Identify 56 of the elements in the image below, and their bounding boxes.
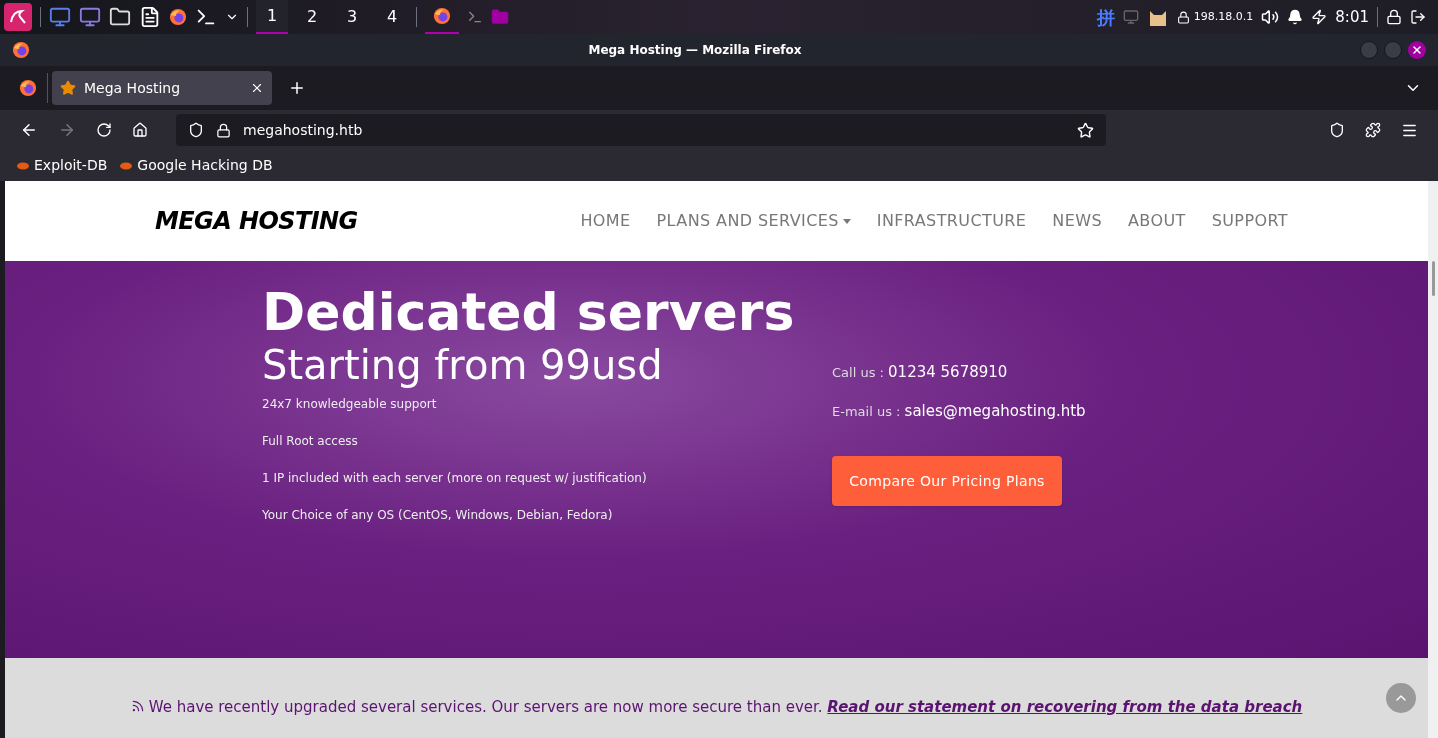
browser-icon[interactable] — [433, 7, 451, 25]
workspace-button[interactable]: 4 — [376, 0, 408, 34]
close-icon[interactable] — [250, 81, 264, 95]
ip-address: 198.18.0.1 — [1193, 8, 1254, 25]
browser-tab[interactable]: Mega Hosting — [52, 71, 272, 105]
nav-link[interactable]: HOME — [580, 209, 631, 233]
workspace-button[interactable]: 1 — [256, 0, 288, 34]
nav-link[interactable]: NEWS — [1052, 209, 1102, 233]
shield-icon[interactable] — [188, 122, 204, 138]
feature-text: Your Choice of any OS (CentOS, Windows, Debian, Fedora) — [262, 506, 614, 524]
hero-subtitle: Starting from 99usd — [262, 342, 664, 387]
address-field[interactable]: megahosting.htb — [176, 114, 1106, 146]
star-icon — [60, 80, 76, 96]
hero-title: Dedicated servers — [262, 283, 796, 343]
scrollbar[interactable] — [1428, 181, 1438, 738]
workspace-button[interactable]: 3 — [336, 0, 368, 34]
workspace-button[interactable]: 2 — [296, 0, 328, 34]
app-icon[interactable] — [12, 41, 30, 59]
close-icon — [1411, 44, 1423, 56]
statement-link[interactable]: Read our statement on recovering from the data breach — [827, 698, 1303, 716]
new-tab-icon[interactable] — [288, 79, 306, 97]
nav-link[interactable]: ABOUT — [1128, 209, 1186, 233]
logout-icon[interactable] — [1410, 9, 1426, 25]
feature-text: 24x7 knowledgeable support — [262, 395, 438, 413]
feature-text: Full Root access — [262, 432, 359, 450]
extensions-icon[interactable] — [1365, 122, 1381, 138]
desktop-icon[interactable] — [49, 6, 71, 28]
browser-icon[interactable] — [169, 8, 187, 26]
notice-text: We have recently upgraded several services. Our servers are now more secure than ever. Read our statement on recovering from the data breach — [130, 696, 1303, 738]
back-icon[interactable] — [20, 121, 38, 139]
close-button[interactable] — [1408, 41, 1426, 59]
bell-icon[interactable] — [1287, 9, 1304, 25]
folder-icon[interactable] — [109, 6, 131, 28]
screen-icon[interactable] — [79, 6, 101, 28]
lock-icon[interactable] — [1386, 9, 1402, 25]
contact-text: Call us : 01234 5678910 — [832, 362, 1009, 383]
document-icon[interactable] — [139, 6, 161, 28]
reload-icon[interactable] — [96, 122, 112, 138]
bookmark-item[interactable]: Google Hacking DB — [119, 155, 273, 176]
bookmark-star-icon[interactable] — [1077, 121, 1094, 139]
feature-text: 1 IP included with each server (more on request w/ justification) — [262, 469, 648, 487]
lock-icon — [1176, 10, 1190, 24]
forward-icon[interactable] — [58, 121, 76, 139]
nav-link[interactable]: SUPPORT — [1211, 209, 1288, 233]
rss-icon — [130, 699, 145, 713]
clock: 8:01 — [1335, 6, 1369, 28]
contact-text: E-mail us : sales@megahosting.htb — [832, 400, 1086, 422]
nav-link[interactable]: INFRASTRUCTURE — [876, 209, 1027, 233]
browser-icon[interactable] — [18, 79, 37, 97]
home-icon[interactable] — [132, 122, 148, 138]
volume-icon[interactable] — [1261, 8, 1280, 26]
nav-link[interactable]: PLANS AND SERVICES — [656, 209, 851, 233]
bookmark-item[interactable]: Exploit-DB — [16, 155, 108, 176]
site-logo[interactable]: MEGA HOSTING — [155, 203, 358, 239]
window-title: Mega Hosting — Mozilla Firefox — [587, 42, 803, 59]
input-method-indicator[interactable]: 拼 — [1096, 3, 1115, 31]
